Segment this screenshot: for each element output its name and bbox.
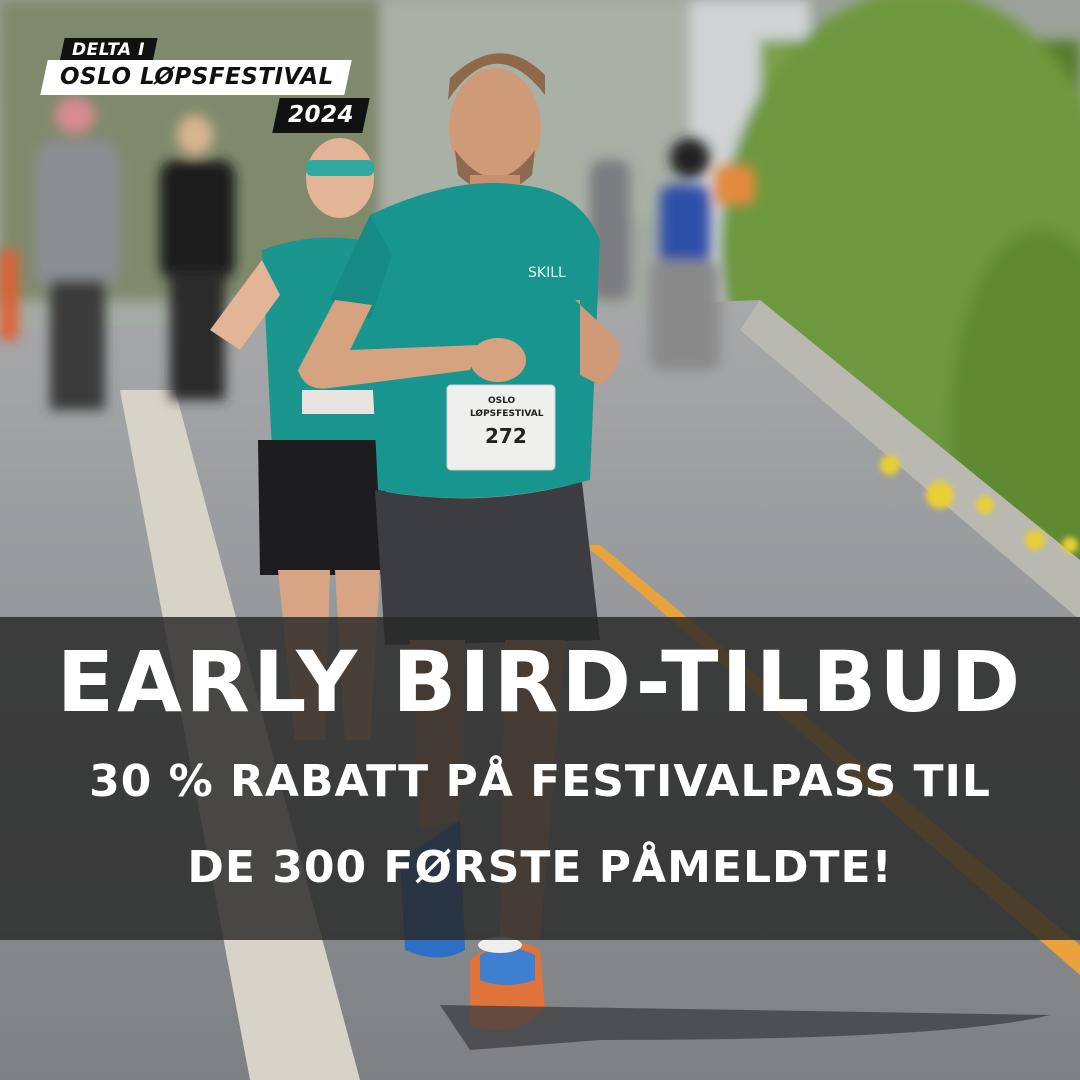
svg-text:SKILL: SKILL — [528, 265, 566, 281]
offer-line-2: DE 300 FØRSTE PÅMELDTE! — [187, 842, 893, 893]
offer-line-1: 30 % RABATT PÅ FESTIVALPASS TIL — [89, 756, 991, 807]
logo-festival-name: OSLO LØPSFESTIVAL — [40, 60, 352, 95]
logo-year: 2024 — [272, 98, 370, 133]
svg-text:272: 272 — [485, 424, 527, 448]
offer-headline: EARLY BIRD-TILBUD — [56, 633, 1024, 731]
svg-text:LØPSFESTIVAL: LØPSFESTIVAL — [470, 408, 544, 419]
promo-post: SKILL OSLO LØPSFESTIVAL 272 DELTA I OSLO… — [0, 0, 1080, 1080]
svg-text:OSLO: OSLO — [488, 396, 516, 406]
festival-logo: DELTA I OSLO LØPSFESTIVAL 2024 — [0, 0, 400, 150]
